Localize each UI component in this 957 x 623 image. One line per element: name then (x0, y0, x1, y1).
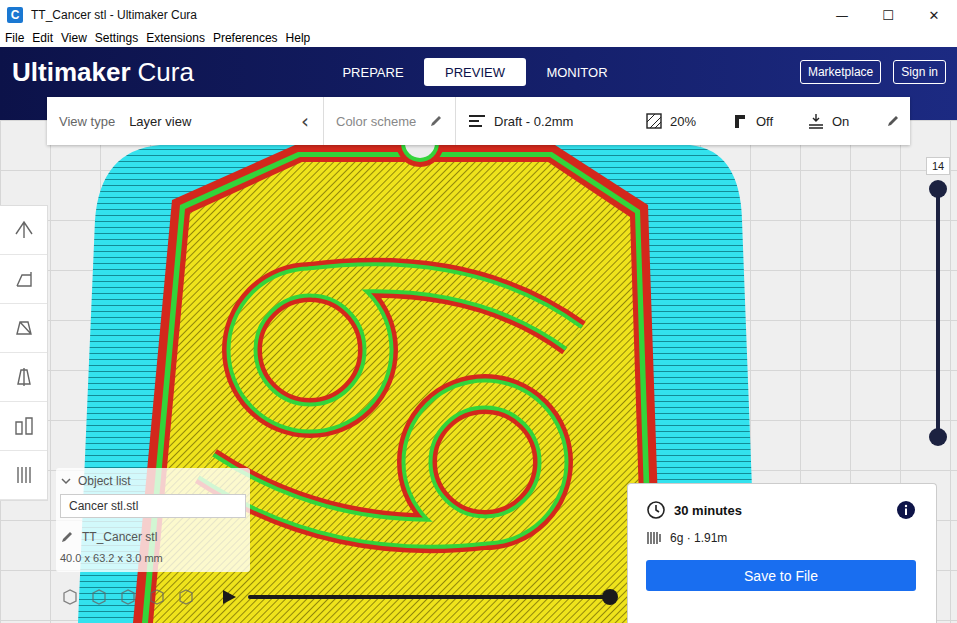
menu-item[interactable]: Edit (28, 30, 57, 47)
profile-icon (468, 113, 486, 129)
symbol-inner-wall (206, 278, 574, 533)
stage-tabs: PREPAREPREVIEWMONITOR (322, 58, 628, 86)
layer-progress-fill (248, 595, 610, 599)
per-model-settings-icon (12, 414, 36, 438)
clock-icon (646, 500, 666, 520)
play-button-icon[interactable] (220, 588, 238, 606)
app-icon: C (7, 7, 23, 23)
info-icon[interactable] (896, 500, 916, 520)
symbol-outer-wall (206, 278, 574, 533)
cancer-symbol (206, 278, 574, 533)
move-tool-icon (12, 218, 36, 242)
menu-item[interactable]: File (1, 30, 28, 47)
adhesion-icon (808, 113, 824, 129)
viewport: Object list Cancer stl.stl TT_Cancer stl 40… (0, 120, 957, 623)
tool-button[interactable] (0, 402, 47, 451)
window-control[interactable]: — (819, 8, 865, 23)
print-setup-bar: View typeLayer view‹Color schemeDraft - … (47, 97, 910, 145)
chevron-icon (60, 475, 72, 487)
tool-button[interactable] (0, 451, 47, 500)
upper-handle[interactable] (929, 180, 947, 198)
window-title: TT_Cancer stl - Ultimaker Cura (31, 8, 197, 22)
menu-item[interactable]: Preferences (209, 30, 282, 47)
stage-tab[interactable]: PREVIEW (424, 58, 526, 86)
cura-window: C TT_Cancer stl - Ultimaker Cura —☐✕ FileEd… (0, 0, 957, 623)
layer-slider: 14 (926, 157, 950, 446)
pencil-icon (60, 530, 74, 544)
print-time: 30 minutes (674, 503, 742, 518)
collapse-icon[interactable]: ‹ (301, 109, 323, 133)
window-control[interactable]: ✕ (911, 8, 957, 23)
tool-button[interactable] (0, 353, 47, 402)
mirror-tool-icon (12, 365, 36, 389)
print-info-panel: 30 minutes 6g · 1.91m Save to File (627, 483, 937, 623)
pencil-icon (429, 114, 443, 128)
menu-item[interactable]: Settings (91, 30, 142, 47)
support-icon (732, 113, 748, 129)
material-usage: 6g · 1.91m (670, 531, 727, 545)
layer-slider-track[interactable] (926, 180, 950, 446)
tool-button[interactable] (0, 304, 47, 353)
layer-range (936, 189, 940, 437)
object-name[interactable]: TT_Cancer stl (60, 528, 246, 546)
title-bar: C TT_Cancer stl - Ultimaker Cura —☐✕ (0, 0, 957, 30)
menu-item[interactable]: View (57, 30, 91, 47)
menu-item[interactable]: Extensions (142, 30, 209, 47)
profile-name: Draft - 0.2mm (494, 114, 573, 129)
support-blocker-icon (12, 463, 36, 487)
rotate-tool-icon (12, 316, 36, 340)
view-top-icon[interactable] (118, 587, 138, 607)
header-button[interactable]: Marketplace (800, 60, 881, 84)
menu-item[interactable]: Help (282, 30, 315, 47)
symbol-infill (206, 278, 574, 533)
color-scheme-selector[interactable]: Color scheme (324, 97, 455, 145)
stage-tab[interactable]: PREPARE (322, 58, 424, 86)
object-dimensions: 40.0 x 63.2 x 3.0 mm (60, 552, 246, 568)
tool-button[interactable] (0, 255, 47, 304)
menu-bar: FileEditViewSettingsExtensionsPreference… (0, 30, 957, 47)
object-list-item[interactable]: Cancer stl.stl (60, 494, 246, 518)
tool-panel (0, 205, 48, 501)
lower-handle[interactable] (929, 428, 947, 446)
object-list: Object list Cancer stl.stl TT_Cancer stl 40… (56, 468, 250, 572)
view-controls (60, 584, 610, 610)
view-left-icon[interactable] (147, 587, 167, 607)
layer-progress-track[interactable] (248, 595, 610, 599)
infill-value: 20% (670, 114, 696, 129)
logo: UltimakerCura (12, 57, 322, 88)
view-front-icon[interactable] (89, 587, 109, 607)
view-type-selector[interactable]: View typeLayer view‹ (47, 97, 323, 145)
pencil-icon[interactable] (886, 114, 900, 128)
scale-tool-icon (12, 267, 36, 291)
tool-button[interactable] (0, 206, 47, 255)
support-value: Off (756, 114, 773, 129)
save-button[interactable]: Save to File (646, 560, 916, 591)
layer-progress-handle[interactable] (602, 589, 618, 605)
object-list-header[interactable]: Object list (60, 472, 246, 490)
print-settings-summary[interactable]: Draft - 0.2mm 20% Off On (456, 97, 910, 145)
window-control[interactable]: ☐ (865, 8, 911, 23)
view-right-icon[interactable] (176, 587, 196, 607)
header-button[interactable]: Sign in (893, 60, 946, 84)
stage-tab[interactable]: MONITOR (526, 58, 628, 86)
layer-number[interactable]: 14 (926, 157, 950, 175)
infill-icon (646, 113, 662, 129)
adhesion-value: On (832, 114, 849, 129)
view-3d-icon[interactable] (60, 587, 80, 607)
filament-icon (646, 530, 662, 546)
